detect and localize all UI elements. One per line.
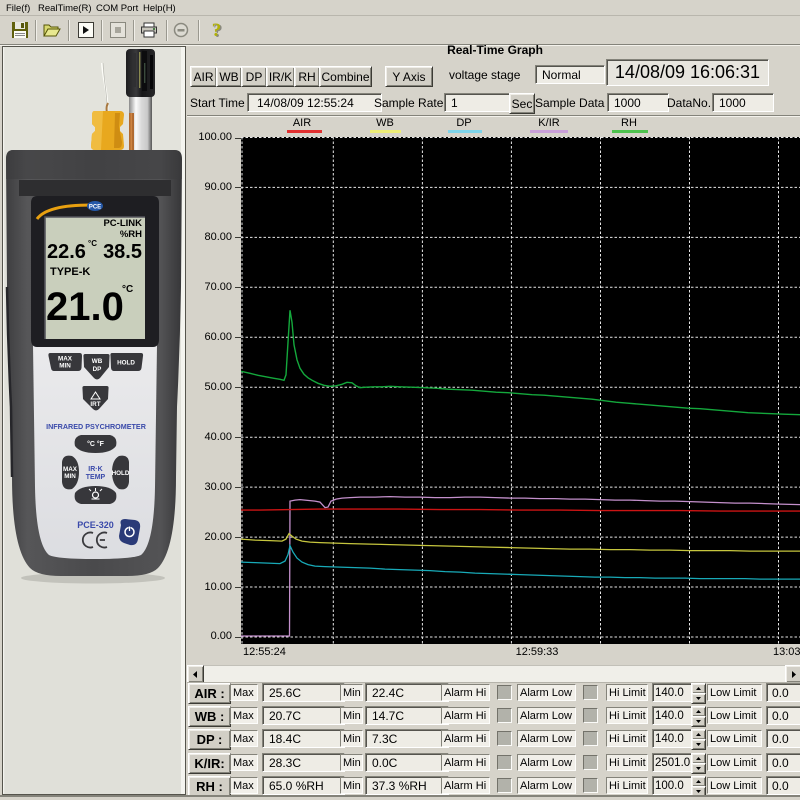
svg-text:HOLD: HOLD	[117, 360, 135, 367]
svg-text:PCE: PCE	[89, 205, 101, 211]
svg-text:MAX: MAX	[63, 466, 78, 473]
svg-text:°C °F: °C °F	[87, 440, 105, 448]
svg-text:°C: °C	[88, 239, 97, 248]
svg-text:38.5: 38.5	[103, 241, 142, 263]
svg-text:DP: DP	[93, 366, 102, 373]
svg-text:INFRARED PSYCHROMETER: INFRARED PSYCHROMETER	[46, 422, 147, 431]
svg-text:°C: °C	[122, 284, 133, 295]
svg-text:22.6: 22.6	[47, 241, 86, 263]
svg-text:IR·K: IR·K	[88, 466, 102, 473]
svg-text:21.0: 21.0	[46, 285, 124, 329]
svg-text:MIN: MIN	[59, 363, 71, 370]
svg-text:WB: WB	[92, 358, 103, 365]
svg-text:%RH: %RH	[120, 229, 142, 240]
svg-text:PCE-320: PCE-320	[77, 520, 114, 530]
svg-text:PC-LINK: PC-LINK	[103, 218, 142, 229]
svg-text:HOLD: HOLD	[112, 470, 130, 477]
svg-text:IRT: IRT	[90, 401, 100, 408]
svg-text:MIN: MIN	[64, 473, 76, 480]
svg-text:MAX: MAX	[58, 356, 73, 363]
svg-text:TEMP: TEMP	[86, 474, 106, 481]
svg-text:TYPE-K: TYPE-K	[50, 266, 90, 278]
svg-text:?: ?	[212, 20, 222, 41]
